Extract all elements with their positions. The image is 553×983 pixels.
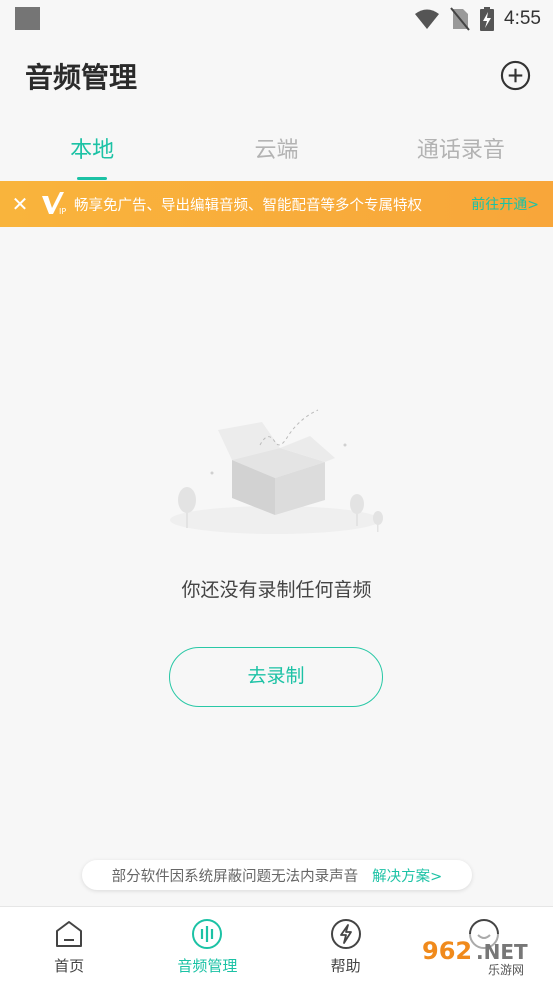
help-icon: [330, 919, 361, 949]
nav-label-home: 首页: [54, 957, 85, 975]
vip-badge-icon: IP: [42, 192, 66, 216]
status-bar: 4:55: [0, 0, 553, 38]
nav-item-audio-manage[interactable]: 音频管理: [138, 907, 276, 983]
tab-call-recording[interactable]: 通话录音: [369, 122, 553, 180]
tip-bar: 部分软件因系统屏蔽问题无法内录声音 解决方案>: [82, 860, 472, 890]
vip-banner[interactable]: ✕ IP 畅享免广告、导出编辑音频、智能配音等多个专属特权 前往开通>: [0, 181, 553, 227]
nav-item-home[interactable]: 首页: [0, 907, 138, 983]
go-record-button[interactable]: 去录制: [169, 647, 383, 707]
vip-banner-text: 畅享免广告、导出编辑音频、智能配音等多个专属特权: [74, 197, 422, 214]
notification-square-icon: [15, 7, 40, 30]
svg-text:.NET: .NET: [476, 940, 528, 964]
no-sim-icon: [450, 7, 470, 31]
tip-text: 部分软件因系统屏蔽问题无法内录声音: [111, 868, 359, 885]
status-icons: 4:55: [414, 5, 541, 33]
watermark-logo: 962 .NET 乐游网: [414, 934, 549, 977]
tab-local[interactable]: 本地: [0, 122, 184, 180]
home-icon: [56, 921, 83, 947]
tab-active-indicator: [77, 177, 108, 180]
tab-bar: 本地 云端 通话录音: [0, 122, 553, 180]
svg-text:乐游网: 乐游网: [488, 963, 524, 977]
tab-cloud[interactable]: 云端: [184, 122, 368, 180]
nav-label-audio-manage: 音频管理: [177, 957, 238, 975]
empty-box-illustration: [170, 409, 383, 534]
svg-text:IP: IP: [59, 207, 66, 216]
tab-call-recording-label: 通话录音: [416, 138, 505, 163]
clock: 4:55: [504, 8, 541, 29]
add-button[interactable]: [500, 60, 531, 91]
page-title: 音频管理: [25, 61, 138, 94]
wifi-icon: [415, 9, 440, 29]
empty-state-message: 你还没有录制任何音频: [181, 579, 372, 601]
svg-text:962: 962: [422, 937, 472, 965]
vip-open-link[interactable]: 前往开通>: [471, 194, 539, 214]
battery-charging-icon: [480, 7, 495, 31]
audio-manage-icon: [192, 919, 223, 949]
close-icon[interactable]: ✕: [0, 192, 40, 216]
tab-local-label: 本地: [70, 138, 115, 163]
nav-item-help[interactable]: 帮助: [277, 907, 415, 983]
solution-link[interactable]: 解决方案>: [372, 865, 442, 886]
header: 音频管理: [0, 38, 553, 114]
tab-cloud-label: 云端: [254, 138, 299, 163]
nav-label-help: 帮助: [330, 957, 361, 975]
